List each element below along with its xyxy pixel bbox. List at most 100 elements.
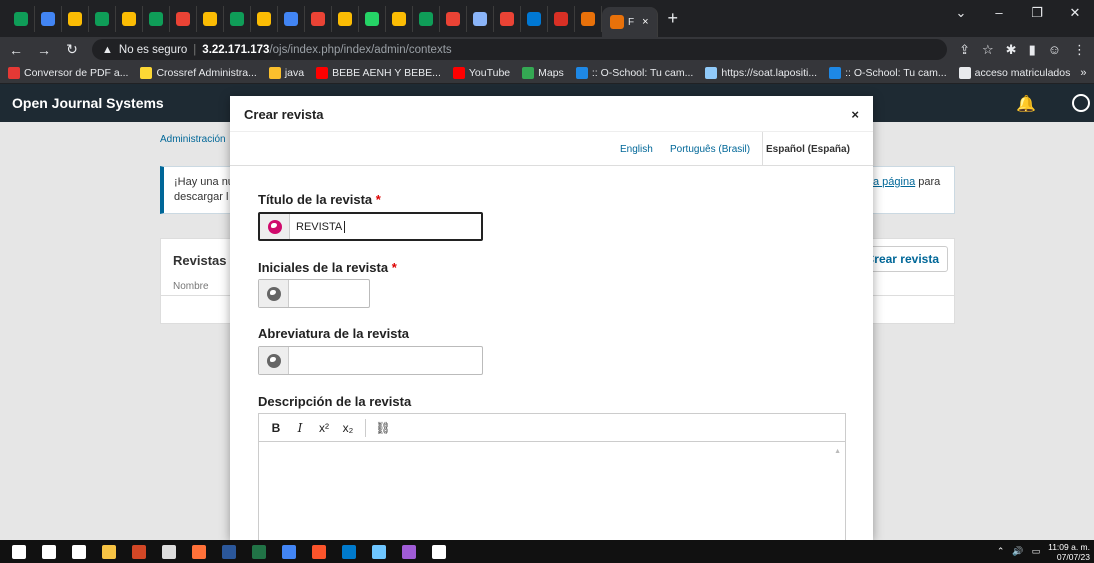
restore-button[interactable]: ❐ bbox=[1018, 0, 1056, 28]
browser-tab[interactable] bbox=[278, 5, 305, 32]
system-tray: ⌃ 🔊 ▭ 11:09 a. m. 07/07/23 bbox=[997, 540, 1090, 563]
superscript-button[interactable]: x² bbox=[313, 417, 335, 439]
sidepanel-icon[interactable]: ▮ bbox=[1029, 42, 1036, 58]
browser-tab[interactable] bbox=[440, 5, 467, 32]
share-icon[interactable]: ⇪ bbox=[959, 42, 970, 58]
browser-tab[interactable] bbox=[521, 5, 548, 32]
site-logo[interactable]: Open Journal Systems bbox=[12, 95, 164, 111]
volume-icon[interactable]: 🔊 bbox=[1012, 546, 1023, 557]
back-button[interactable]: ← bbox=[8, 42, 24, 58]
bookmark-favicon-icon bbox=[268, 66, 281, 79]
network-icon[interactable]: ▭ bbox=[1032, 546, 1041, 557]
tab-active[interactable]: F × bbox=[602, 7, 658, 37]
browser-tab-strip: F × + ⌄ – ❐ ✕ bbox=[0, 0, 1094, 37]
reload-button[interactable]: ↻ bbox=[64, 41, 80, 58]
bold-button[interactable]: B bbox=[265, 417, 287, 439]
bookmark-favicon-icon bbox=[958, 66, 971, 79]
abbreviation-field[interactable] bbox=[258, 346, 483, 375]
drive-icon bbox=[203, 11, 217, 26]
forward-button[interactable]: → bbox=[36, 42, 52, 58]
notepad-icon[interactable] bbox=[432, 544, 446, 559]
bookmark-item[interactable]: Conversor de PDF a... bbox=[8, 66, 128, 79]
title-field[interactable]: REVISTA bbox=[258, 212, 483, 241]
browser-tab[interactable] bbox=[143, 5, 170, 32]
bookmark-item[interactable]: acceso matriculados bbox=[958, 66, 1070, 79]
task-view-icon[interactable] bbox=[72, 544, 86, 559]
browser-tab[interactable] bbox=[89, 5, 116, 32]
brave-icon[interactable] bbox=[312, 544, 326, 559]
locale-tab-spanish[interactable]: Español (España) bbox=[762, 132, 873, 166]
browser-tab[interactable] bbox=[386, 5, 413, 32]
tab-search-button[interactable]: ⌄ bbox=[942, 0, 980, 28]
locale-tab-portuguese[interactable]: Português (Brasil) bbox=[670, 144, 750, 155]
italic-button[interactable]: I bbox=[289, 417, 311, 439]
firefox-icon[interactable] bbox=[192, 544, 206, 559]
browser-tab[interactable] bbox=[224, 5, 251, 32]
browser-tab[interactable] bbox=[251, 5, 278, 32]
locale-tab-english[interactable]: English bbox=[620, 144, 653, 155]
bookmark-item[interactable]: YouTube bbox=[452, 66, 511, 79]
link-button[interactable]: ⛓ bbox=[372, 417, 394, 439]
menu-icon[interactable]: ⋮ bbox=[1073, 42, 1086, 58]
photos-icon[interactable] bbox=[372, 544, 386, 559]
bookmark-item[interactable]: java bbox=[268, 66, 304, 79]
minimize-button[interactable]: – bbox=[980, 0, 1018, 28]
bookmark-item[interactable]: https://soat.lapositi... bbox=[705, 66, 817, 79]
bookmark-item[interactable]: Crossref Administra... bbox=[140, 66, 257, 79]
excel-icon[interactable] bbox=[252, 544, 266, 559]
address-bar[interactable]: ▲ No es seguro | 3.22.171.173/ojs/index.… bbox=[92, 39, 948, 60]
powerpoint-icon[interactable] bbox=[132, 544, 146, 559]
browser-tab[interactable] bbox=[116, 5, 143, 32]
breadcrumb[interactable]: Administración bbox=[160, 134, 226, 145]
windows-start-icon[interactable] bbox=[12, 544, 26, 559]
new-tab-button[interactable]: + bbox=[658, 8, 689, 29]
notice-link-container: a página para bbox=[873, 176, 940, 188]
browser-tab[interactable] bbox=[359, 5, 386, 32]
title-value-text: REVISTA bbox=[296, 221, 343, 233]
word-icon[interactable] bbox=[222, 544, 236, 559]
taskbar-apps bbox=[12, 544, 446, 559]
browser-tab[interactable] bbox=[548, 5, 575, 32]
chrome-icon[interactable] bbox=[282, 544, 296, 559]
bookmark-item[interactable]: BEBE AENH Y BEBE... bbox=[316, 66, 441, 79]
bookmarks-bar: Conversor de PDF a... Crossref Administra… bbox=[0, 62, 1094, 84]
browser-tab[interactable] bbox=[35, 5, 62, 32]
tray-chevron-icon[interactable]: ⌃ bbox=[997, 546, 1005, 557]
browser-tab[interactable] bbox=[413, 5, 440, 32]
browser-tab[interactable] bbox=[575, 5, 602, 32]
browser-tab[interactable] bbox=[197, 5, 224, 32]
bookmark-star-icon[interactable]: ☆ bbox=[982, 42, 994, 58]
calculator-icon[interactable] bbox=[162, 544, 176, 559]
bookmark-item[interactable]: :: O-School: Tu cam... bbox=[575, 66, 693, 79]
notifications-bell-icon[interactable]: 🔔 bbox=[1016, 94, 1036, 114]
browser-tab[interactable] bbox=[467, 5, 494, 32]
bookmark-item[interactable]: Maps bbox=[522, 66, 564, 79]
extensions-icon[interactable]: ✱ bbox=[1006, 42, 1017, 58]
browser-tab[interactable] bbox=[8, 5, 35, 32]
app-icon[interactable] bbox=[402, 544, 416, 559]
bookmark-item[interactable]: :: O-School: Tu cam... bbox=[829, 66, 947, 79]
bookmarks-more-button[interactable]: » bbox=[1080, 67, 1086, 79]
close-tab-icon[interactable]: × bbox=[642, 16, 648, 28]
initials-field[interactable] bbox=[258, 279, 370, 308]
profile-avatar-icon[interactable]: ☺ bbox=[1048, 42, 1061, 58]
browser-tab[interactable] bbox=[170, 5, 197, 32]
locale-tabs: English Português (Brasil) Español (Espa… bbox=[230, 132, 873, 166]
user-profile-icon[interactable] bbox=[1072, 94, 1090, 112]
scroll-up-icon[interactable]: ▲ bbox=[834, 448, 841, 455]
subscript-button[interactable]: x₂ bbox=[337, 417, 359, 439]
file-explorer-icon[interactable] bbox=[102, 544, 116, 559]
browser-tab[interactable] bbox=[62, 5, 89, 32]
search-icon[interactable] bbox=[42, 544, 56, 559]
browser-tab[interactable] bbox=[305, 5, 332, 32]
sheets-icon bbox=[95, 11, 109, 26]
vscode-icon[interactable] bbox=[342, 544, 356, 559]
bookmark-label: YouTube bbox=[468, 66, 511, 79]
close-window-button[interactable]: ✕ bbox=[1056, 0, 1094, 28]
close-icon[interactable]: × bbox=[851, 107, 859, 122]
notice-download-link[interactable]: a página bbox=[873, 176, 915, 188]
browser-tab[interactable] bbox=[332, 5, 359, 32]
browser-tab[interactable] bbox=[494, 5, 521, 32]
description-text-area[interactable] bbox=[259, 443, 845, 540]
clock[interactable]: 11:09 a. m. 07/07/23 bbox=[1048, 542, 1090, 562]
